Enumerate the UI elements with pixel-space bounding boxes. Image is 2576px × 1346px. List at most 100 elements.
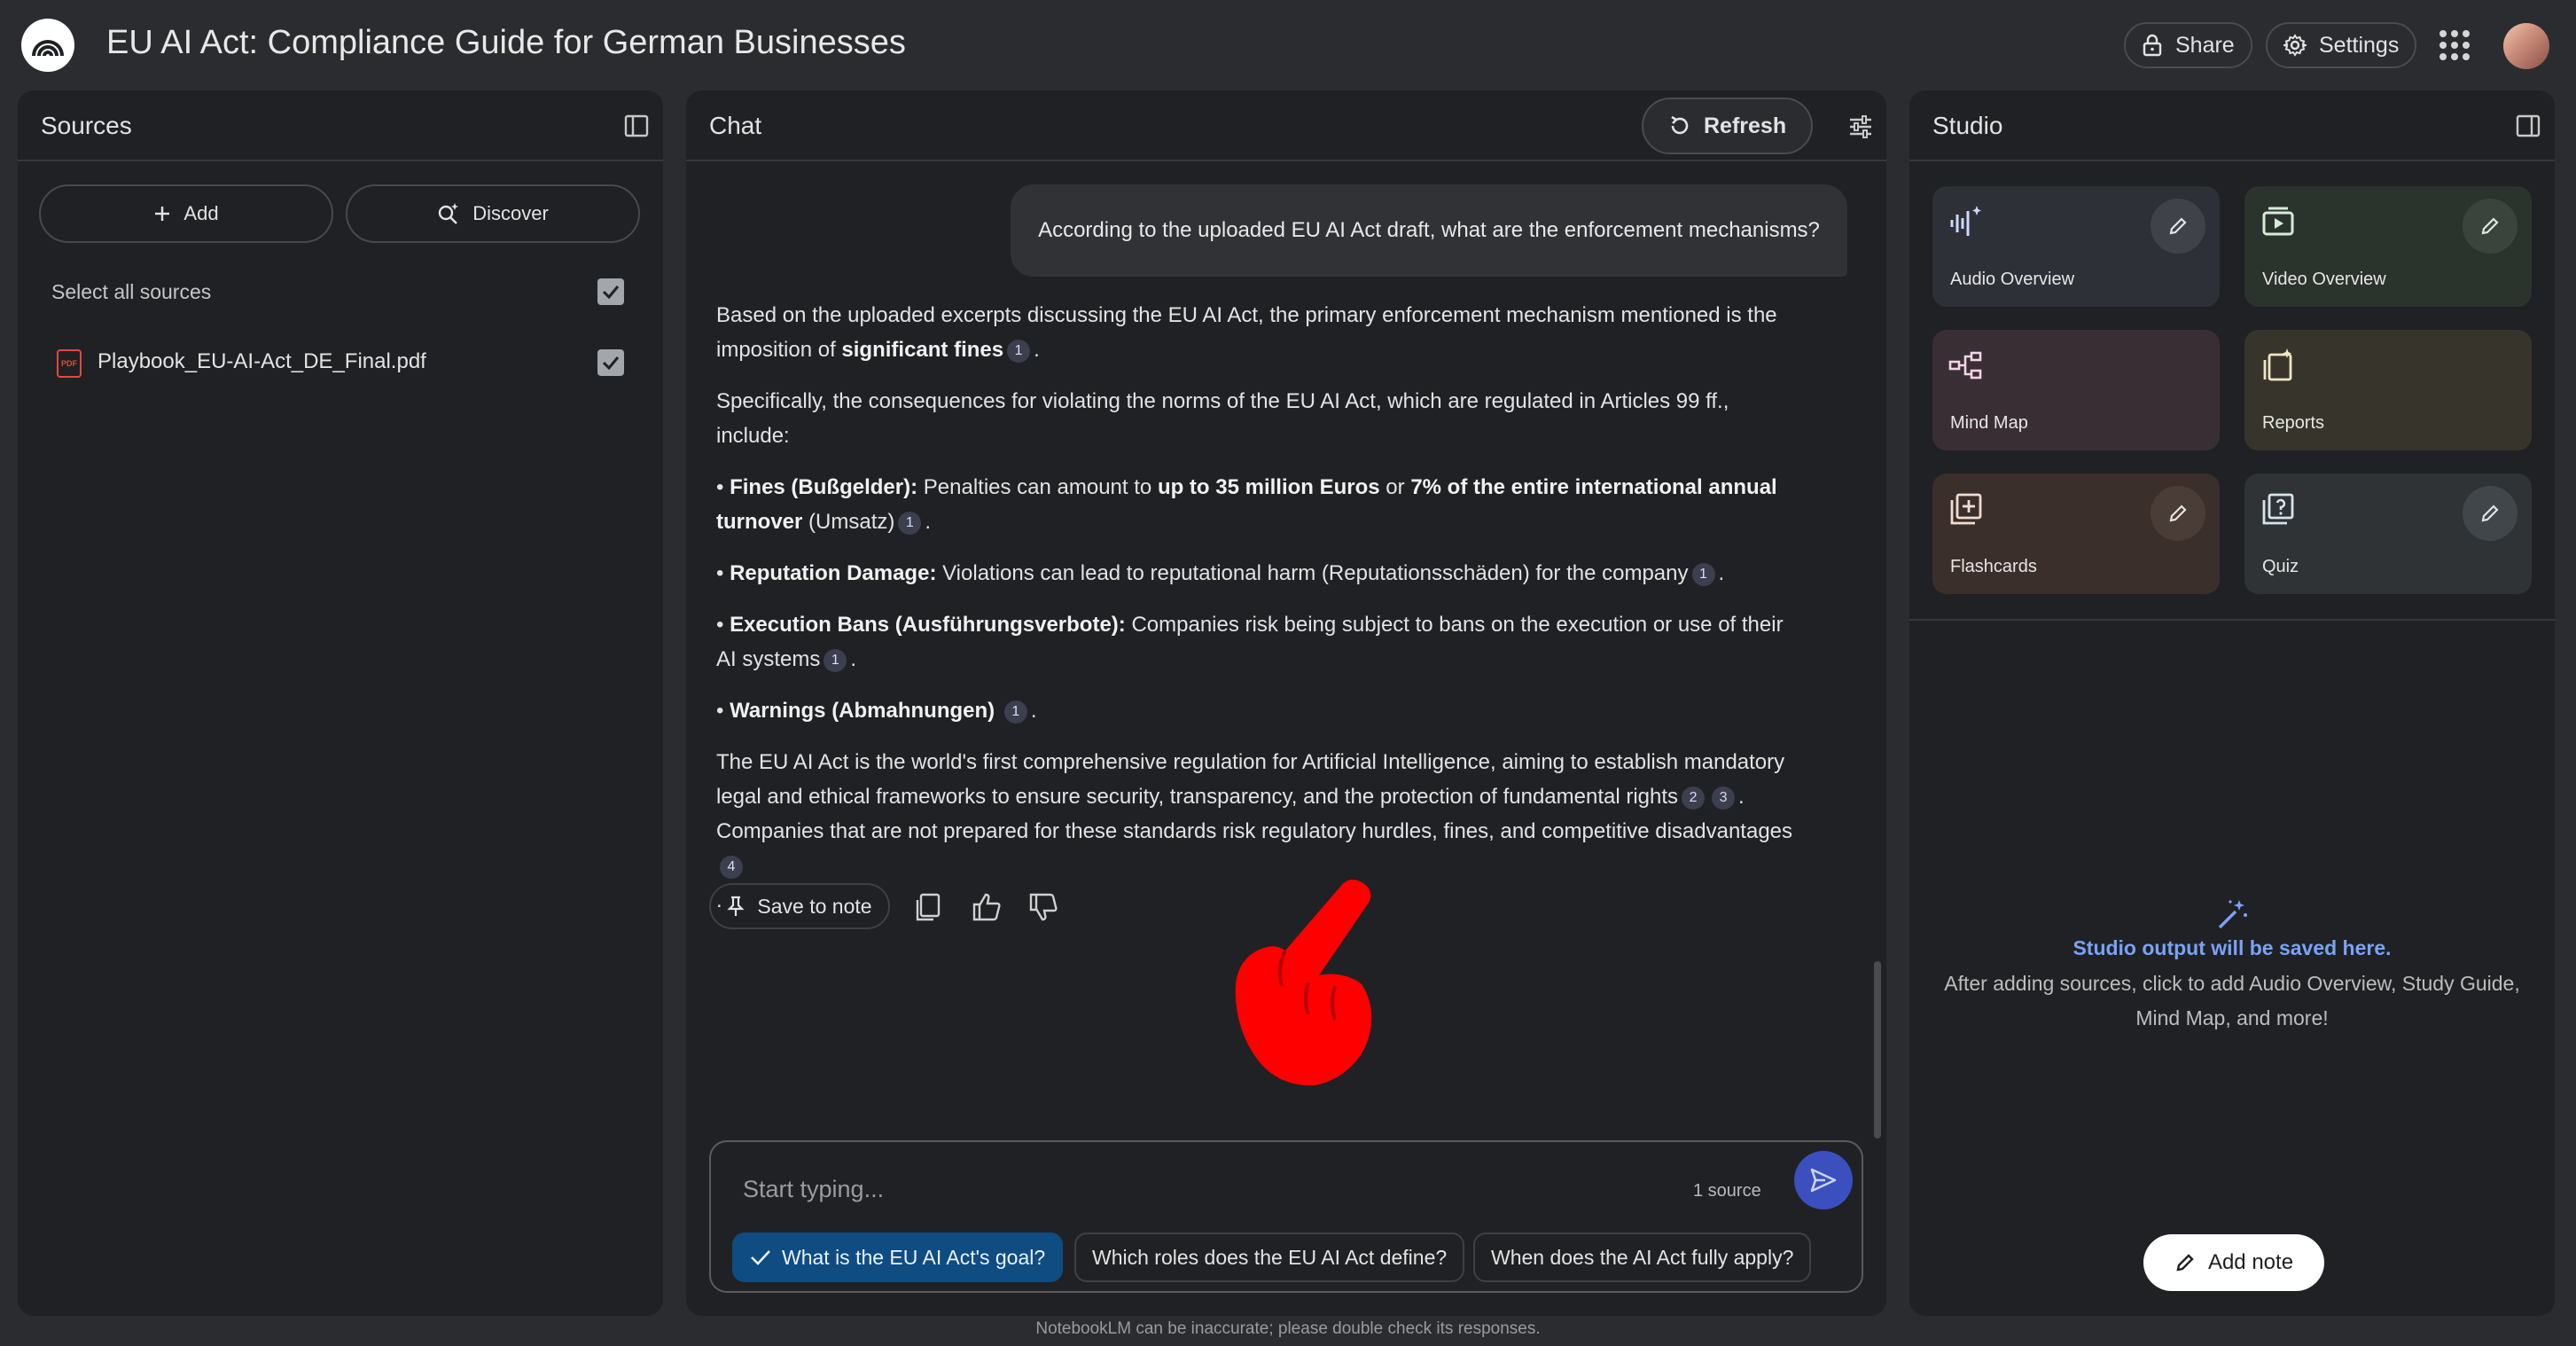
sources-title: Sources bbox=[41, 112, 132, 139]
citation-badge[interactable]: 1 bbox=[1003, 700, 1027, 724]
add-source-button[interactable]: Add bbox=[39, 184, 333, 243]
card-label: Flashcards bbox=[1950, 557, 2037, 576]
citation-badge[interactable]: 1 bbox=[824, 648, 847, 672]
chat-header: Chat Refresh bbox=[686, 90, 1886, 161]
suggestion-label: What is the EU AI Act's goal? bbox=[782, 1245, 1046, 1269]
share-label: Share bbox=[2175, 32, 2235, 58]
pdf-icon: PDF bbox=[57, 349, 82, 378]
save-to-note-label: Save to note bbox=[757, 894, 872, 918]
card-label: Reports bbox=[2262, 413, 2325, 433]
suggestion-label: Which roles does the EU AI Act define? bbox=[1092, 1245, 1448, 1269]
assistant-answer: Based on the uploaded excerpts discussin… bbox=[716, 298, 1807, 935]
settings-label: Settings bbox=[2319, 32, 2400, 58]
card-label: Audio Overview bbox=[1950, 270, 2075, 289]
citation-badge[interactable]: 4 bbox=[720, 855, 743, 879]
suggestion-label: When does the AI Act fully apply? bbox=[1491, 1245, 1794, 1269]
reports-icon bbox=[2260, 348, 2296, 383]
studio-empty-title: Studio output will be saved here. bbox=[2073, 936, 2392, 959]
edit-icon[interactable] bbox=[2151, 199, 2205, 254]
source-name: Playbook_EU-AI-Act_DE_Final.pdf bbox=[98, 349, 426, 373]
add-note-label: Add note bbox=[2207, 1250, 2294, 1274]
share-button[interactable]: Share bbox=[2124, 22, 2252, 68]
add-note-button[interactable]: Add note bbox=[2143, 1234, 2324, 1291]
citation-badge[interactable]: 1 bbox=[1007, 339, 1031, 363]
edit-icon[interactable] bbox=[2151, 486, 2205, 541]
refresh-label: Refresh bbox=[1704, 113, 1787, 138]
thumbs-up-icon[interactable] bbox=[972, 892, 1002, 922]
studio-card-audio-overview[interactable]: Audio Overview bbox=[1932, 186, 2220, 307]
refresh-icon bbox=[1668, 114, 1691, 137]
studio-panel: Studio Audio Overview Video Overview Min… bbox=[1909, 90, 2555, 1316]
select-all-checkbox[interactable] bbox=[597, 278, 624, 305]
source-count: 1 source bbox=[1693, 1181, 1761, 1201]
answer-bullet: • Reputation Damage: Violations can lead… bbox=[716, 561, 1725, 586]
suggestion-chip[interactable]: What is the EU AI Act's goal? bbox=[732, 1233, 1064, 1282]
sources-header: Sources bbox=[18, 90, 663, 161]
avatar[interactable] bbox=[2503, 23, 2549, 69]
copy-icon[interactable] bbox=[913, 892, 943, 922]
sources-panel: Sources Add Discover Select all sources … bbox=[18, 90, 663, 1316]
collapse-panel-icon[interactable] bbox=[2516, 113, 2541, 138]
studio-empty-text: After adding sources, click to add Audio… bbox=[1944, 972, 2520, 1029]
check-icon bbox=[750, 1248, 771, 1266]
chat-scrollbar[interactable] bbox=[1874, 961, 1881, 1139]
mind-map-icon bbox=[1948, 348, 1984, 383]
studio-card-reports[interactable]: Reports bbox=[2244, 330, 2532, 450]
card-label: Video Overview bbox=[2262, 270, 2386, 289]
thumbs-down-icon[interactable] bbox=[1028, 892, 1058, 922]
disclaimer: NotebookLM can be inaccurate; please dou… bbox=[1035, 1319, 1541, 1338]
chat-composer: 1 source What is the EU AI Act's goal? W… bbox=[709, 1140, 1863, 1293]
answer-paragraph: Based on the uploaded excerpts discussin… bbox=[716, 303, 1777, 363]
suggestion-chip[interactable]: Which roles does the EU AI Act define? bbox=[1074, 1233, 1465, 1282]
notebook-title[interactable]: EU AI Act: Compliance Guide for German B… bbox=[106, 24, 906, 62]
chat-title: Chat bbox=[709, 112, 762, 139]
settings-button[interactable]: Settings bbox=[2266, 22, 2417, 68]
studio-card-video-overview[interactable]: Video Overview bbox=[2244, 186, 2532, 307]
studio-title: Studio bbox=[1932, 112, 2003, 139]
citation-badge[interactable]: 2 bbox=[1682, 786, 1706, 810]
video-icon bbox=[2260, 204, 2296, 239]
user-message: According to the uploaded EU AI Act draf… bbox=[1011, 184, 1847, 277]
studio-header: Studio bbox=[1909, 90, 2555, 161]
studio-divider bbox=[1909, 619, 2555, 621]
card-label: Quiz bbox=[2262, 557, 2299, 576]
discover-sources-button[interactable]: Discover bbox=[346, 184, 640, 243]
select-all-label: Select all sources bbox=[51, 280, 212, 303]
answer-paragraph: Specifically, the consequences for viola… bbox=[716, 389, 1729, 448]
studio-card-flashcards[interactable]: Flashcards bbox=[1932, 473, 2220, 594]
suggestion-chip[interactable]: When does the AI Act fully apply? bbox=[1473, 1233, 1812, 1282]
studio-card-mind-map[interactable]: Mind Map bbox=[1932, 330, 2220, 450]
source-checkbox[interactable] bbox=[597, 349, 624, 376]
top-bar: EU AI Act: Compliance Guide for German B… bbox=[0, 0, 2576, 90]
pointer-hand-icon bbox=[1227, 876, 1395, 1089]
gear-icon bbox=[2283, 34, 2307, 57]
pin-icon bbox=[727, 896, 745, 917]
source-item[interactable]: PDF Playbook_EU-AI-Act_DE_Final.pdf bbox=[18, 330, 663, 392]
tune-settings-icon[interactable] bbox=[1847, 113, 1874, 140]
chat-input[interactable] bbox=[743, 1165, 1541, 1213]
discover-search-icon bbox=[437, 202, 460, 225]
quiz-icon bbox=[2260, 491, 2296, 527]
refresh-button[interactable]: Refresh bbox=[1642, 98, 1814, 154]
send-button[interactable] bbox=[1794, 1151, 1853, 1209]
collapse-panel-icon[interactable] bbox=[624, 113, 649, 138]
answer-bullet: • Execution Bans (Ausführungsverbote): C… bbox=[716, 613, 1784, 672]
citation-badge[interactable]: 1 bbox=[898, 511, 922, 535]
studio-card-quiz[interactable]: Quiz bbox=[2244, 473, 2532, 594]
answer-bullet: • Fines (Bußgelder): Penalties can amoun… bbox=[716, 475, 1777, 535]
apps-grid-icon[interactable] bbox=[2439, 30, 2470, 60]
notebooklm-logo-icon[interactable] bbox=[21, 19, 74, 72]
card-label: Mind Map bbox=[1950, 413, 2028, 433]
citation-badge[interactable]: 1 bbox=[1691, 562, 1715, 586]
audio-waveform-icon bbox=[1948, 204, 1984, 239]
edit-icon[interactable] bbox=[2463, 486, 2517, 541]
discover-label: Discover bbox=[472, 202, 549, 224]
pencil-icon bbox=[2174, 1252, 2196, 1273]
add-label: Add bbox=[183, 202, 219, 224]
plus-icon bbox=[153, 205, 171, 223]
answer-bullet: • Warnings (Abmahnungen) 1. bbox=[716, 699, 1037, 724]
magic-wand-icon bbox=[2214, 897, 2250, 933]
save-to-note-button[interactable]: Save to note bbox=[709, 883, 890, 929]
citation-badge[interactable]: 3 bbox=[1712, 786, 1736, 810]
edit-icon[interactable] bbox=[2463, 199, 2517, 254]
